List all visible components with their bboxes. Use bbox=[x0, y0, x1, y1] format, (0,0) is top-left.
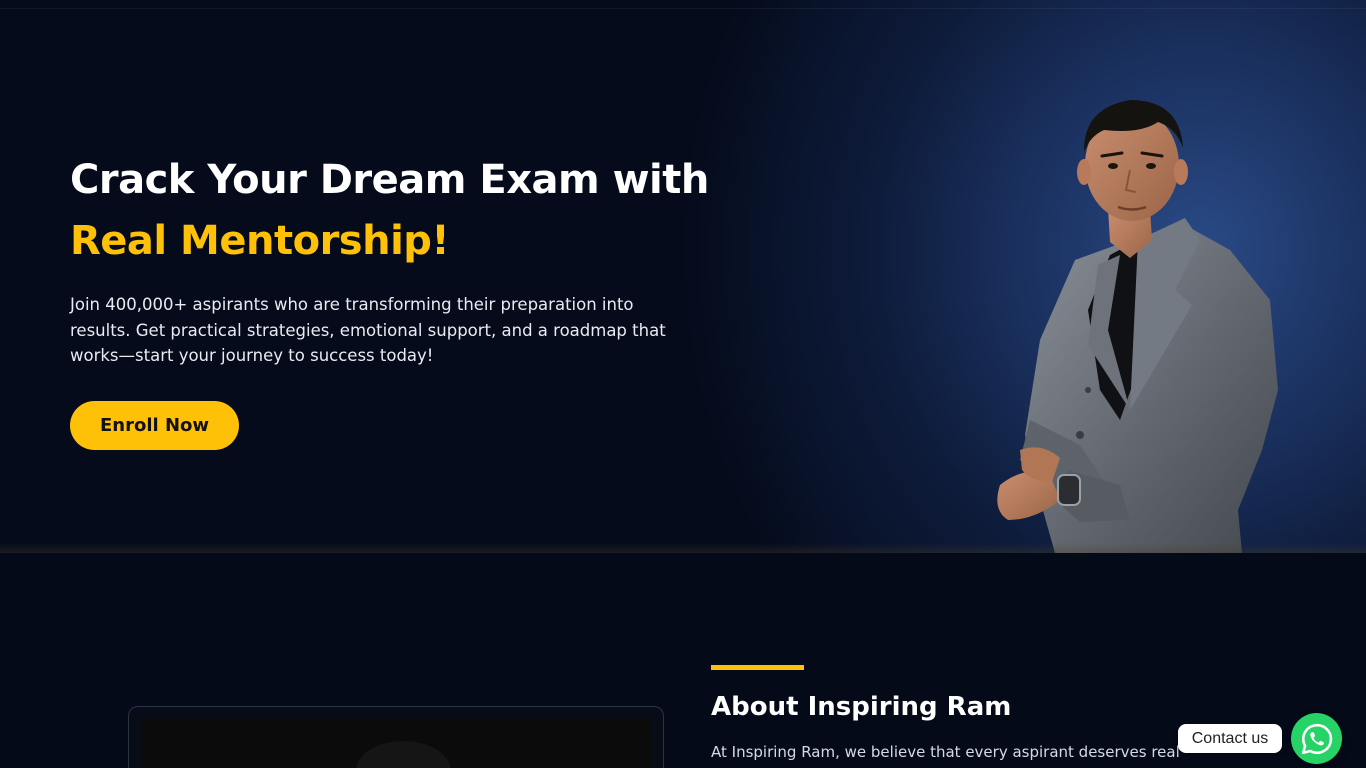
whatsapp-button[interactable] bbox=[1291, 713, 1342, 764]
hero-title: Crack Your Dream Exam with Real Mentorsh… bbox=[70, 150, 710, 272]
about-title: About Inspiring Ram bbox=[711, 692, 1012, 722]
mentor-photo bbox=[997, 100, 1278, 553]
header-divider bbox=[0, 8, 1366, 9]
about-section: About Inspiring Ram At Inspiring Ram, we… bbox=[0, 553, 1366, 768]
hero-description: Join 400,000+ aspirants who are transfor… bbox=[70, 295, 666, 365]
section-accent-bar bbox=[711, 665, 804, 670]
contact-us-label[interactable]: Contact us bbox=[1178, 724, 1282, 753]
hero-title-highlight: Real Mentorship! bbox=[70, 218, 450, 264]
about-video[interactable] bbox=[141, 719, 651, 768]
enroll-now-button[interactable]: Enroll Now bbox=[70, 401, 239, 450]
video-thumbnail-figure bbox=[356, 741, 451, 768]
about-video-card[interactable] bbox=[128, 706, 664, 768]
whatsapp-icon bbox=[1301, 723, 1332, 754]
hero-section: Crack Your Dream Exam with Real Mentorsh… bbox=[0, 0, 1366, 553]
hero-title-line: Crack Your Dream Exam with bbox=[70, 157, 709, 203]
about-intro: At Inspiring Ram, we believe that every … bbox=[711, 743, 1180, 761]
